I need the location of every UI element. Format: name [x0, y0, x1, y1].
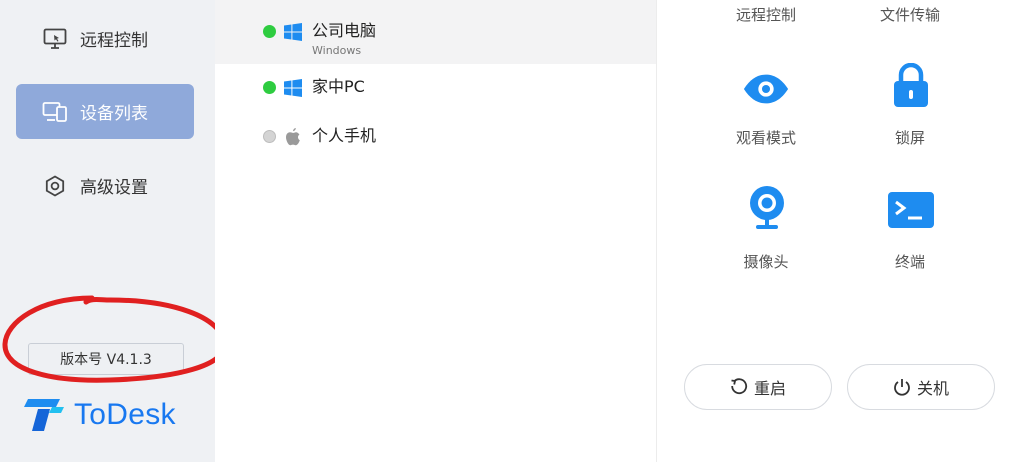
device-row-home-pc[interactable]: 家中PC — [215, 76, 656, 104]
lock-icon[interactable] — [887, 62, 935, 110]
apple-icon — [284, 128, 302, 146]
monitor-icon — [42, 28, 68, 50]
version-badge: 版本号 V4.1.3 — [28, 343, 184, 375]
terminal-label: 终端 — [894, 253, 925, 271]
eye-icon[interactable] — [742, 65, 790, 113]
terminal-icon[interactable] — [887, 186, 935, 234]
settings-icon — [42, 174, 68, 197]
device-actions-panel: 远程控制 文件传输 观看模式 锁屏 摄像头 终端 重启 关机 — [657, 0, 1020, 462]
device-row-phone[interactable]: 个人手机 — [215, 125, 656, 153]
camera-label: 摄像头 — [743, 253, 789, 271]
windows-icon — [284, 79, 302, 97]
todesk-logo-icon — [22, 393, 68, 437]
power-icon — [893, 378, 911, 396]
lock-screen-label: 锁屏 — [894, 129, 925, 147]
status-online-indicator — [263, 81, 276, 94]
sidebar-item-advanced-settings[interactable]: 高级设置 — [16, 158, 194, 213]
file-transfer-action[interactable]: 文件传输 — [855, 4, 965, 25]
sidebar-item-label: 远程控制 — [80, 31, 148, 51]
device-row-company-pc[interactable]: 公司电脑 Windows — [215, 0, 656, 64]
devices-icon — [42, 101, 68, 123]
shutdown-label: 关机 — [916, 379, 949, 398]
restart-button[interactable]: 重启 — [684, 364, 832, 410]
device-name: 家中PC — [312, 77, 365, 96]
shutdown-button[interactable]: 关机 — [847, 364, 995, 410]
restart-icon — [730, 378, 748, 396]
device-name: 公司电脑 — [312, 21, 377, 40]
status-offline-indicator — [263, 130, 276, 143]
remote-control-action[interactable]: 远程控制 — [711, 4, 821, 25]
sidebar-item-label: 设备列表 — [80, 104, 148, 124]
sidebar-item-remote-control[interactable]: 远程控制 — [16, 11, 194, 66]
sidebar: 远程控制 设备列表 高级设置 版本号 V4.1.3 ToDesk — [0, 0, 227, 462]
device-os-label: Windows — [312, 44, 362, 57]
sidebar-item-device-list[interactable]: 设备列表 — [16, 84, 194, 139]
logo-text: ToDesk — [74, 398, 176, 431]
windows-icon — [284, 23, 302, 41]
todesk-logo: ToDesk — [22, 394, 176, 436]
restart-label: 重启 — [753, 379, 786, 398]
view-mode-label: 观看模式 — [735, 129, 796, 147]
status-online-indicator — [263, 25, 276, 38]
webcam-icon[interactable] — [743, 184, 791, 232]
sidebar-item-label: 高级设置 — [80, 178, 148, 198]
device-name: 个人手机 — [312, 126, 377, 145]
annotation-circle — [2, 295, 227, 383]
device-list: 公司电脑 Windows 家中PC 个人手机 — [215, 0, 656, 462]
